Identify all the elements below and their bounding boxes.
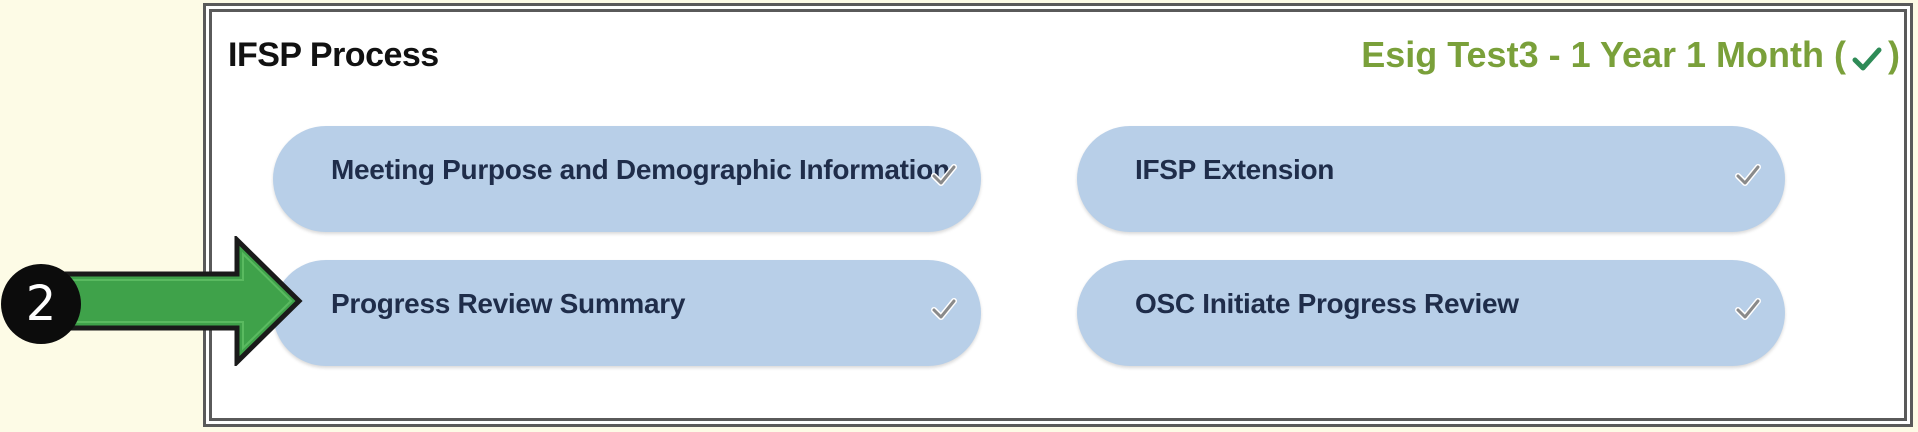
tile-label: Meeting Purpose and Demographic Informat… (331, 154, 950, 185)
tile-osc-initiate-progress-review[interactable]: OSC Initiate Progress Review (1077, 260, 1785, 366)
tile-progress-review-summary[interactable]: Progress Review Summary (273, 260, 981, 366)
tile-label: Progress Review Summary (331, 288, 686, 319)
child-info-suffix: ) (1888, 34, 1900, 75)
step-number-badge: 2 (1, 264, 81, 344)
panel-title: IFSP Process (228, 36, 439, 74)
tile-meeting-purpose[interactable]: Meeting Purpose and Demographic Informat… (273, 126, 981, 232)
tile-label: IFSP Extension (1135, 154, 1335, 185)
tile-label: OSC Initiate Progress Review (1135, 288, 1519, 319)
check-icon (931, 164, 957, 186)
child-info-prefix: Esig Test3 - 1 Year 1 Month ( (1361, 34, 1846, 75)
ifsp-process-panel: IFSP Process Esig Test3 - 1 Year 1 Month… (203, 3, 1913, 427)
child-info: Esig Test3 - 1 Year 1 Month ( ) (1361, 34, 1900, 76)
callout-arrow-icon (60, 236, 303, 366)
check-icon (1735, 164, 1761, 186)
check-icon (1735, 298, 1761, 320)
tile-ifsp-extension[interactable]: IFSP Extension (1077, 126, 1785, 232)
check-icon (1852, 47, 1882, 71)
check-icon (931, 298, 957, 320)
